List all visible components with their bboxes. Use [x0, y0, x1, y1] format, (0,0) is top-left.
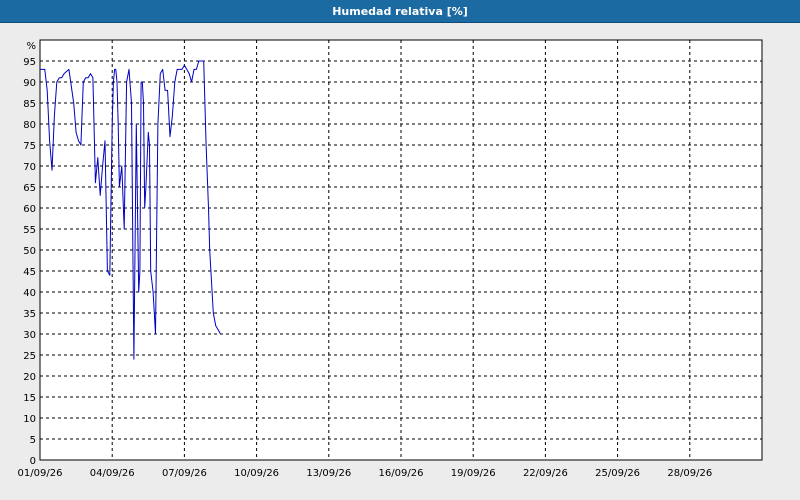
- y-tick-label: 55: [23, 225, 36, 236]
- y-tick-label: 35: [23, 309, 36, 320]
- y-tick-label: 60: [23, 204, 36, 215]
- x-tick-label: 19/09/26: [451, 468, 496, 479]
- x-tick-label: 28/09/26: [667, 468, 712, 479]
- y-tick-label: 20: [23, 372, 36, 383]
- x-tick-label: 04/09/26: [90, 468, 135, 479]
- y-tick-label: 40: [23, 288, 36, 299]
- x-tick-label: 25/09/26: [595, 468, 640, 479]
- x-axis-ticks: 01/09/26 04/09/26 07/09/26 10/09/26 13/09/26…: [18, 468, 713, 479]
- grid-lines: [40, 40, 762, 460]
- y-tick-label: 80: [23, 120, 36, 131]
- x-tick-label: 10/09/26: [234, 468, 279, 479]
- y-tick-label: 50: [23, 246, 36, 257]
- y-tick-label: 5: [30, 435, 36, 446]
- y-axis-ticks: 0 5 10 15 20 25 30 35 40 45 50 55 60 65 70 75 80 85 90 95: [23, 57, 36, 467]
- humidity-chart: 0 5 10 15 20 25 30 35 40 45 50 55 60 65 70 75 80 85 90 95 0…: [18, 39, 763, 479]
- y-tick-label: 0: [30, 456, 36, 467]
- y-tick-label: 90: [23, 78, 36, 89]
- y-tick-label: 95: [23, 57, 36, 68]
- y-tick-label: 85: [23, 99, 36, 110]
- x-tick-label: 13/09/26: [306, 468, 351, 479]
- y-tick-label: 65: [23, 183, 36, 194]
- y-tick-label: 10: [23, 414, 36, 425]
- x-tick-label: 22/09/26: [523, 468, 568, 479]
- y-tick-label: 45: [23, 267, 36, 278]
- y-tick-label: 70: [23, 162, 36, 173]
- y-tick-label: 30: [23, 330, 36, 341]
- x-tick-label: 01/09/26: [18, 468, 63, 479]
- y-tick-label: 75: [23, 141, 36, 152]
- x-tick-label: 07/09/26: [162, 468, 207, 479]
- y-axis-unit-label: %: [26, 41, 36, 52]
- y-tick-label: 15: [23, 393, 36, 404]
- x-tick-label: 16/09/26: [379, 468, 424, 479]
- y-tick-label: 25: [23, 351, 36, 362]
